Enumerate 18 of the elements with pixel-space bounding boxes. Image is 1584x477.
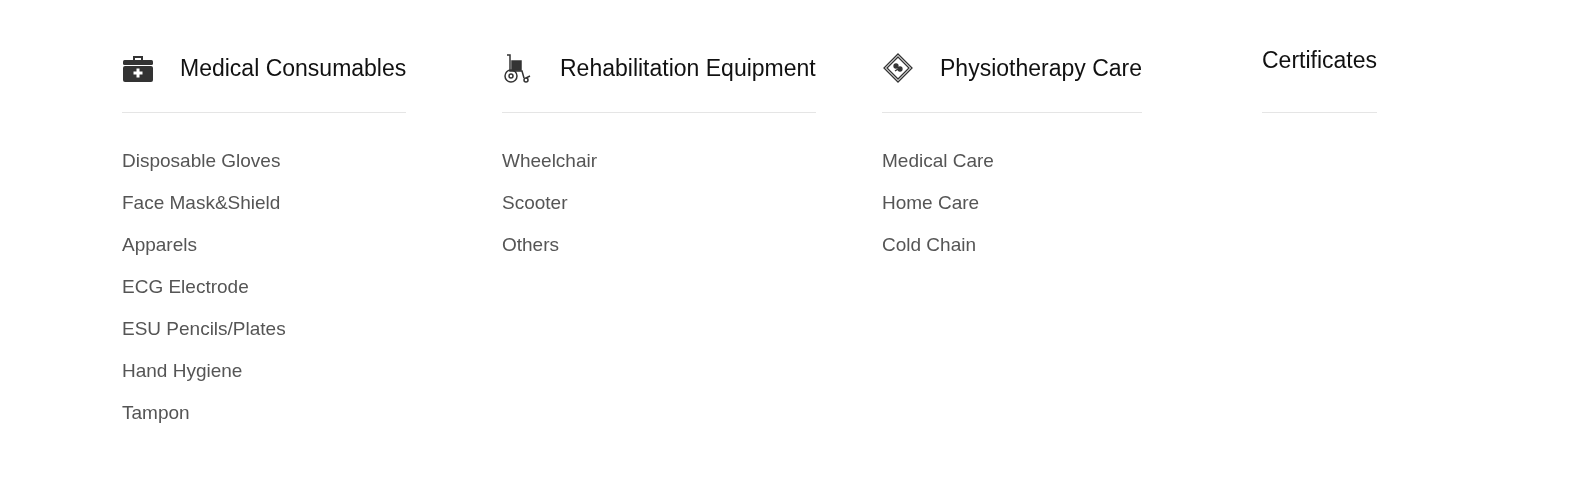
category-link[interactable]: Scooter [502,190,568,216]
column-heading: Physiotherapy Care [940,53,1142,83]
column-heading: Rehabilitation Equipment [560,53,816,83]
category-link[interactable]: Apparels [122,232,197,258]
category-link[interactable]: Disposable Gloves [122,148,281,174]
category-link[interactable]: Home Care [882,190,980,216]
category-link[interactable]: Wheelchair [502,148,598,174]
column-heading: Medical Consumables [180,53,407,83]
category-link[interactable]: ESU Pencils/Plates [122,316,286,342]
pack-icon [882,52,914,84]
category-link[interactable]: Hand Hygiene [122,358,243,384]
category-link[interactable]: Tampon [122,400,190,426]
category-link[interactable]: ECG Electrode [122,274,249,300]
category-link[interactable]: Medical Care [882,148,994,174]
category-link[interactable]: Cold Chain [882,232,976,258]
category-link[interactable]: Face Mask&Shield [122,190,281,216]
category-link[interactable]: Others [502,232,560,258]
column-heading: Certificates [1262,46,1378,75]
